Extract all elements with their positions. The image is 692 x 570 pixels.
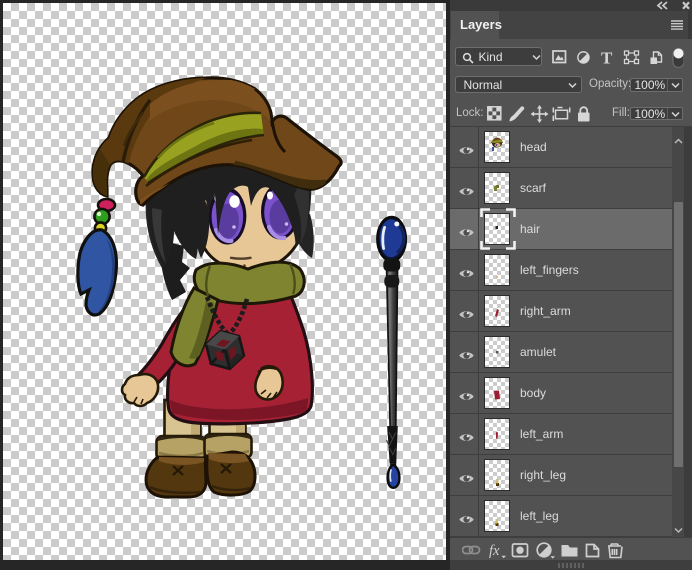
svg-text:fx: fx — [489, 543, 500, 559]
svg-text:T: T — [601, 49, 613, 68]
